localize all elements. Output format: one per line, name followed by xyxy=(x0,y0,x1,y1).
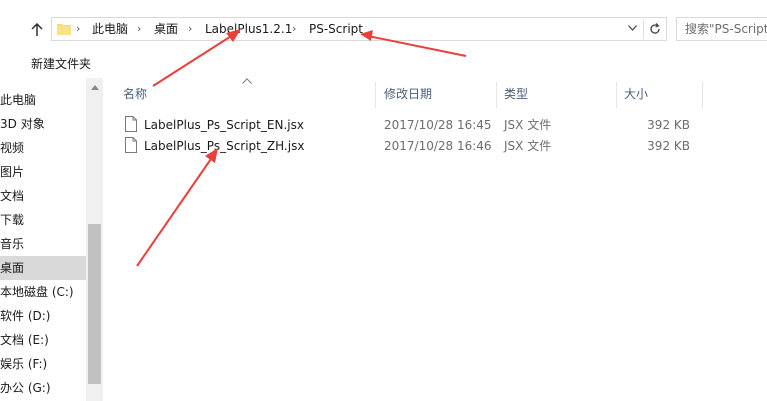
column-divider[interactable] xyxy=(616,82,617,108)
search-input[interactable]: 搜索"PS-Script" xyxy=(676,17,767,41)
breadcrumb-separator: › xyxy=(188,22,193,35)
sidebar-item-this-pc[interactable]: 此电脑 xyxy=(0,88,86,112)
sidebar-item-downloads[interactable]: 下载 xyxy=(0,208,86,232)
file-size: 392 KB xyxy=(647,118,690,132)
sidebar-item-drive-c[interactable]: 本地磁盘 (C:) xyxy=(0,280,86,304)
sidebar-item-drive-e[interactable]: 文档 (E:) xyxy=(0,328,86,352)
table-row[interactable]: LabelPlus_Ps_Script_ZH.jsx 2017/10/28 16… xyxy=(103,136,767,156)
sidebar-item-drive-g[interactable]: 办公 (G:) xyxy=(0,376,86,400)
refresh-icon[interactable] xyxy=(643,19,666,39)
sidebar-scrollbar[interactable] xyxy=(86,78,103,401)
sidebar-item-music[interactable]: 音乐 xyxy=(0,232,86,256)
sidebar-item-pictures[interactable]: 图片 xyxy=(0,160,86,184)
breadcrumb-labelplus[interactable]: LabelPlus1.2.1 xyxy=(205,21,292,37)
navigation-pane: 此电脑 3D 对象 视频 图片 文档 下载 音乐 桌面 本地磁盘 (C:) 软件… xyxy=(0,78,86,401)
breadcrumb-separator: › xyxy=(137,22,142,35)
sort-ascending-icon xyxy=(242,76,252,87)
file-list: 名称 修改日期 类型 大小 LabelPlus_Ps_Script_EN.jsx… xyxy=(103,78,767,401)
file-size: 392 KB xyxy=(647,139,690,153)
sidebar-item-documents[interactable]: 文档 xyxy=(0,184,86,208)
column-header-name[interactable]: 名称 xyxy=(123,86,147,102)
column-divider[interactable] xyxy=(496,82,497,108)
sidebar-item-videos[interactable]: 视频 xyxy=(0,136,86,160)
scroll-up-arrow-icon[interactable] xyxy=(86,81,103,95)
breadcrumb-ps-script[interactable]: PS-Script xyxy=(309,21,363,37)
file-type: JSX 文件 xyxy=(504,139,552,153)
sidebar-item-drive-d[interactable]: 软件 (D:) xyxy=(0,304,86,328)
breadcrumb-separator: › xyxy=(76,22,81,35)
chevron-down-icon[interactable] xyxy=(623,21,641,37)
sidebar-item-3d-objects[interactable]: 3D 对象 xyxy=(0,112,86,136)
up-arrow-icon[interactable] xyxy=(27,19,47,41)
table-row[interactable]: LabelPlus_Ps_Script_EN.jsx 2017/10/28 16… xyxy=(103,115,767,135)
sidebar-item-desktop[interactable]: 桌面 xyxy=(0,256,86,280)
address-bar-row: › 此电脑 › 桌面 › LabelPlus1.2.1 › PS-Script … xyxy=(0,0,767,46)
file-type: JSX 文件 xyxy=(504,118,552,132)
new-folder-button[interactable]: 新建文件夹 xyxy=(31,55,91,72)
file-icon xyxy=(125,116,137,132)
address-bar[interactable]: › 此电脑 › 桌面 › LabelPlus1.2.1 › PS-Script xyxy=(51,17,667,41)
file-name: LabelPlus_Ps_Script_ZH.jsx xyxy=(144,139,305,153)
column-header-date[interactable]: 修改日期 xyxy=(384,86,432,102)
column-header-size[interactable]: 大小 xyxy=(624,86,648,102)
breadcrumb-desktop[interactable]: 桌面 xyxy=(154,21,178,37)
breadcrumb-separator: › xyxy=(292,22,297,35)
file-icon xyxy=(125,137,137,153)
breadcrumb-this-pc[interactable]: 此电脑 xyxy=(92,21,128,37)
folder-icon xyxy=(57,24,71,35)
command-bar: 新建文件夹 xyxy=(0,46,767,79)
scrollbar-thumb[interactable] xyxy=(88,224,101,384)
column-divider[interactable] xyxy=(702,82,703,108)
file-name: LabelPlus_Ps_Script_EN.jsx xyxy=(144,118,304,132)
sidebar-item-drive-f[interactable]: 娱乐 (F:) xyxy=(0,352,86,376)
column-header-type[interactable]: 类型 xyxy=(504,86,528,102)
file-modified: 2017/10/28 16:46 xyxy=(384,139,492,153)
column-divider[interactable] xyxy=(375,82,376,108)
file-modified: 2017/10/28 16:45 xyxy=(384,118,492,132)
